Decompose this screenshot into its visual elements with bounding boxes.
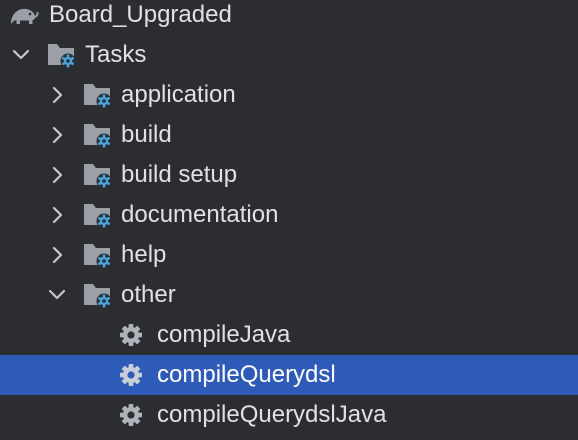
- group-label: help: [121, 241, 167, 268]
- chevron-right-icon[interactable]: [47, 205, 67, 225]
- folder-gear-icon: [82, 199, 114, 231]
- group-label: build: [121, 121, 172, 148]
- folder-gear-icon: [82, 239, 114, 271]
- chevron-right-icon[interactable]: [47, 165, 67, 185]
- group-label: application: [121, 81, 236, 108]
- gradle-elephant-icon: [8, 0, 40, 32]
- tree-row-task-compileJava[interactable]: compileJava: [0, 315, 578, 355]
- chevron-right-icon[interactable]: [47, 245, 67, 265]
- group-label: build setup: [121, 161, 238, 188]
- folder-gear-icon: [82, 279, 114, 311]
- gear-icon: [118, 362, 144, 388]
- folder-gear-icon: [82, 159, 114, 191]
- tree-row-group-other[interactable]: other: [0, 275, 578, 315]
- root-project-label: Board_Upgraded: [49, 1, 232, 28]
- chevron-down-icon[interactable]: [11, 45, 31, 65]
- folder-gear-icon: [82, 79, 114, 111]
- tree-row-group-help[interactable]: help: [0, 235, 578, 275]
- folder-gear-icon: [46, 39, 78, 71]
- chevron-right-icon[interactable]: [47, 85, 67, 105]
- group-label: other: [121, 281, 176, 308]
- task-label: compileQuerydsl: [157, 361, 336, 388]
- task-label: compileJava: [157, 321, 291, 348]
- gradle-task-tree: Board_Upgraded Tasks application build b…: [0, 0, 578, 435]
- tree-row-group-build-setup[interactable]: build setup: [0, 155, 578, 195]
- chevron-down-icon[interactable]: [47, 285, 67, 305]
- tree-row-task-compileQuerydslJava[interactable]: compileQuerydslJava: [0, 395, 578, 435]
- gear-icon: [118, 322, 144, 348]
- gear-icon: [118, 402, 144, 428]
- task-label: compileQuerydslJava: [157, 401, 387, 428]
- tree-row-group-build[interactable]: build: [0, 115, 578, 155]
- folder-gear-icon: [82, 119, 114, 151]
- tree-row-task-compileQuerydsl[interactable]: compileQuerydsl: [0, 355, 578, 395]
- tree-row-group-documentation[interactable]: documentation: [0, 195, 578, 235]
- tree-row-tasks[interactable]: Tasks: [0, 35, 578, 75]
- tasks-label: Tasks: [85, 41, 147, 68]
- group-label: documentation: [121, 201, 279, 228]
- tree-row-group-application[interactable]: application: [0, 75, 578, 115]
- tree-row-root-project[interactable]: Board_Upgraded: [0, 0, 578, 35]
- chevron-right-icon[interactable]: [47, 125, 67, 145]
